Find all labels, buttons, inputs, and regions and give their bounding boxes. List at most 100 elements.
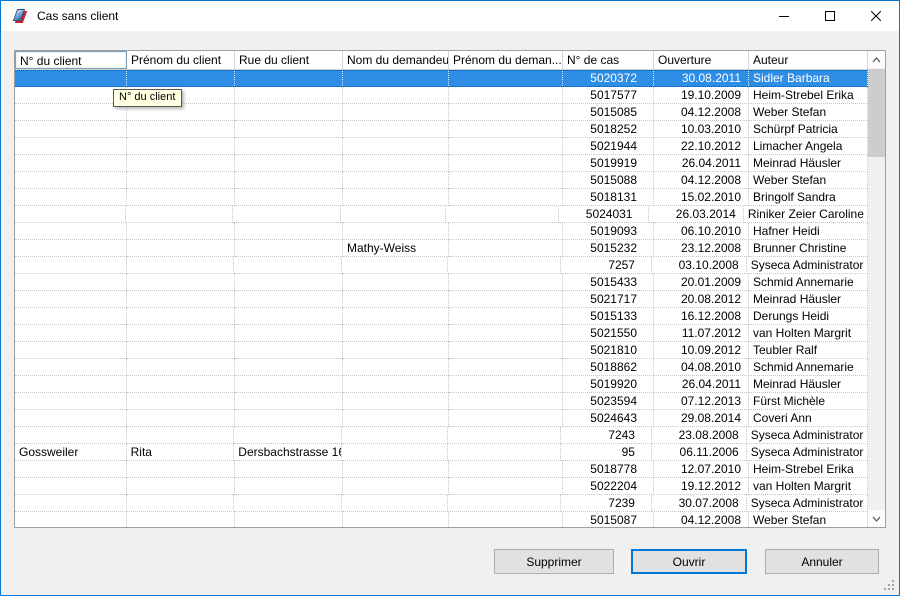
minimize-button[interactable] <box>761 1 807 31</box>
cell-client-street <box>235 138 343 155</box>
cell-requester-name <box>343 325 449 342</box>
cell-case-number: 5015085 <box>563 104 654 121</box>
table-row[interactable]: 5024643 29.08.2014 Coveri Ann <box>15 410 868 427</box>
cell-client-firstname <box>127 155 235 172</box>
table-row[interactable]: 5021944 22.10.2012 Limacher Angela <box>15 138 868 155</box>
cell-client-number <box>15 410 127 427</box>
cell-requester-name <box>343 104 449 121</box>
table-row[interactable]: 7257 03.10.2008 Syseca Administrator <box>15 257 868 274</box>
table-row[interactable]: 5018778 12.07.2010 Heim-Strebel Erika <box>15 461 868 478</box>
table-row[interactable]: 5018131 15.02.2010 Bringolf Sandra <box>15 189 868 206</box>
cell-client-street <box>235 478 343 495</box>
scroll-down-button[interactable] <box>868 510 885 527</box>
cell-requester-name <box>343 223 449 240</box>
column-header-requester-name[interactable]: Nom du demandeur <box>343 51 449 69</box>
cell-requester-name <box>343 342 449 359</box>
close-button[interactable] <box>853 1 899 31</box>
cell-client-number <box>15 71 127 86</box>
cell-client-street <box>235 393 343 410</box>
cell-author: Weber Stefan <box>749 512 868 527</box>
column-header-opening-date[interactable]: Ouverture <box>654 51 749 69</box>
table-row[interactable]: 5020372 30.08.2011 Sidler Barbara <box>15 70 868 87</box>
cell-client-street <box>233 206 341 223</box>
table-row[interactable]: 5021717 20.08.2012 Meinrad Häusler <box>15 291 868 308</box>
cell-requester-name <box>343 121 449 138</box>
cell-requester-name <box>341 444 448 461</box>
table-row[interactable]: 5019920 26.04.2011 Meinrad Häusler <box>15 376 868 393</box>
table-row[interactable]: 5018862 04.08.2010 Schmid Annemarie <box>15 359 868 376</box>
cell-case-number: 7257 <box>561 257 652 274</box>
cell-client-firstname <box>127 223 235 240</box>
maximize-button[interactable] <box>807 1 853 31</box>
table-row[interactable]: 5015433 20.01.2009 Schmid Annemarie <box>15 274 868 291</box>
cell-client-firstname <box>127 359 235 376</box>
table-row[interactable]: 7243 23.08.2008 Syseca Administrator <box>15 427 868 444</box>
table-row[interactable]: 7239 30.07.2008 Syseca Administrator <box>15 495 868 512</box>
vertical-scrollbar[interactable] <box>868 51 885 527</box>
cell-author: Meinrad Häusler <box>749 291 868 308</box>
column-header-client-street[interactable]: Rue du client <box>235 51 343 69</box>
table-row[interactable]: Mathy-Weiss 5015232 23.12.2008 Brunner Chri… <box>15 240 868 257</box>
cell-requester-firstname <box>447 427 562 444</box>
cell-requester-name <box>343 393 449 410</box>
column-header-client-firstname[interactable]: Prénom du client <box>127 51 235 69</box>
cell-client-number <box>15 274 127 291</box>
titlebar[interactable]: Cas sans client <box>1 1 899 31</box>
cell-client-number <box>15 155 127 172</box>
cell-client-number <box>15 478 127 495</box>
cell-author: Sidler Barbara <box>749 71 868 86</box>
cell-requester-firstname <box>449 240 563 257</box>
cell-requester-name <box>343 274 449 291</box>
column-header-client-number[interactable]: N° du client <box>15 51 127 69</box>
cell-client-street <box>234 257 342 274</box>
table-row[interactable]: Gossweiler Rita Dersbachstrasse 16 95 06.11.… <box>15 444 868 461</box>
cell-opening-date: 19.10.2009 <box>654 87 749 104</box>
cell-case-number: 5015088 <box>563 172 654 189</box>
cell-author: Weber Stefan <box>749 172 868 189</box>
table-row[interactable]: 5023594 07.12.2013 Fürst Michèle <box>15 393 868 410</box>
cell-client-number <box>15 121 127 138</box>
cell-case-number: 5021550 <box>563 325 654 342</box>
table-row[interactable]: 5021810 10.09.2012 Teubler Ralf <box>15 342 868 359</box>
cell-client-firstname <box>127 308 235 325</box>
table-row[interactable]: 5015088 04.12.2008 Weber Stefan <box>15 172 868 189</box>
table-row[interactable]: 5018252 10.03.2010 Schürpf Patricia <box>15 121 868 138</box>
supprimer-button[interactable]: Supprimer <box>494 549 614 574</box>
cell-requester-firstname <box>449 172 563 189</box>
cell-requester-firstname <box>447 495 562 512</box>
table-row[interactable]: 5019093 06.10.2010 Hafner Heidi <box>15 223 868 240</box>
resize-grip[interactable] <box>884 580 896 592</box>
cell-requester-firstname <box>449 461 563 478</box>
cell-client-firstname <box>126 427 235 444</box>
cell-client-street <box>235 189 343 206</box>
annuler-button[interactable]: Annuler <box>765 549 879 574</box>
cell-case-number: 5019919 <box>563 155 654 172</box>
scroll-up-button[interactable] <box>868 51 885 68</box>
cell-case-number: 5023594 <box>563 393 654 410</box>
cell-client-street <box>235 240 343 257</box>
cell-client-street <box>235 71 343 86</box>
column-header-author[interactable]: Auteur <box>749 51 868 69</box>
table-row[interactable]: 5021550 11.07.2012 van Holten Margrit <box>15 325 868 342</box>
table-row[interactable]: 5015087 04.12.2008 Weber Stefan <box>15 512 868 527</box>
column-header-case-number[interactable]: N° de cas <box>563 51 654 69</box>
ouvrir-button[interactable]: Ouvrir <box>631 549 747 574</box>
cell-requester-firstname <box>449 359 563 376</box>
cell-author: Syseca Administrator <box>746 444 868 461</box>
table-row[interactable]: 5019919 26.04.2011 Meinrad Häusler <box>15 155 868 172</box>
app-logo-icon <box>12 8 28 24</box>
scrollbar-thumb[interactable] <box>868 69 885 157</box>
cell-requester-name <box>343 461 449 478</box>
column-header-requester-firstname[interactable]: Prénom du deman... <box>449 51 563 69</box>
cell-client-street <box>235 376 343 393</box>
table-row[interactable]: 5015133 16.12.2008 Derungs Heidi <box>15 308 868 325</box>
cell-client-number <box>15 427 127 444</box>
cell-opening-date: 07.12.2013 <box>654 393 749 410</box>
cell-requester-name: Mathy-Weiss <box>343 240 449 257</box>
table-row[interactable]: 5022204 19.12.2012 van Holten Margrit <box>15 478 868 495</box>
cell-client-number <box>15 257 127 274</box>
table-row[interactable]: 5024031 26.03.2014 Riniker Zeier Caroline <box>15 206 868 223</box>
cell-requester-firstname <box>447 257 562 274</box>
cell-author: Heim-Strebel Erika <box>749 87 868 104</box>
cell-opening-date: 23.08.2008 <box>651 427 747 444</box>
